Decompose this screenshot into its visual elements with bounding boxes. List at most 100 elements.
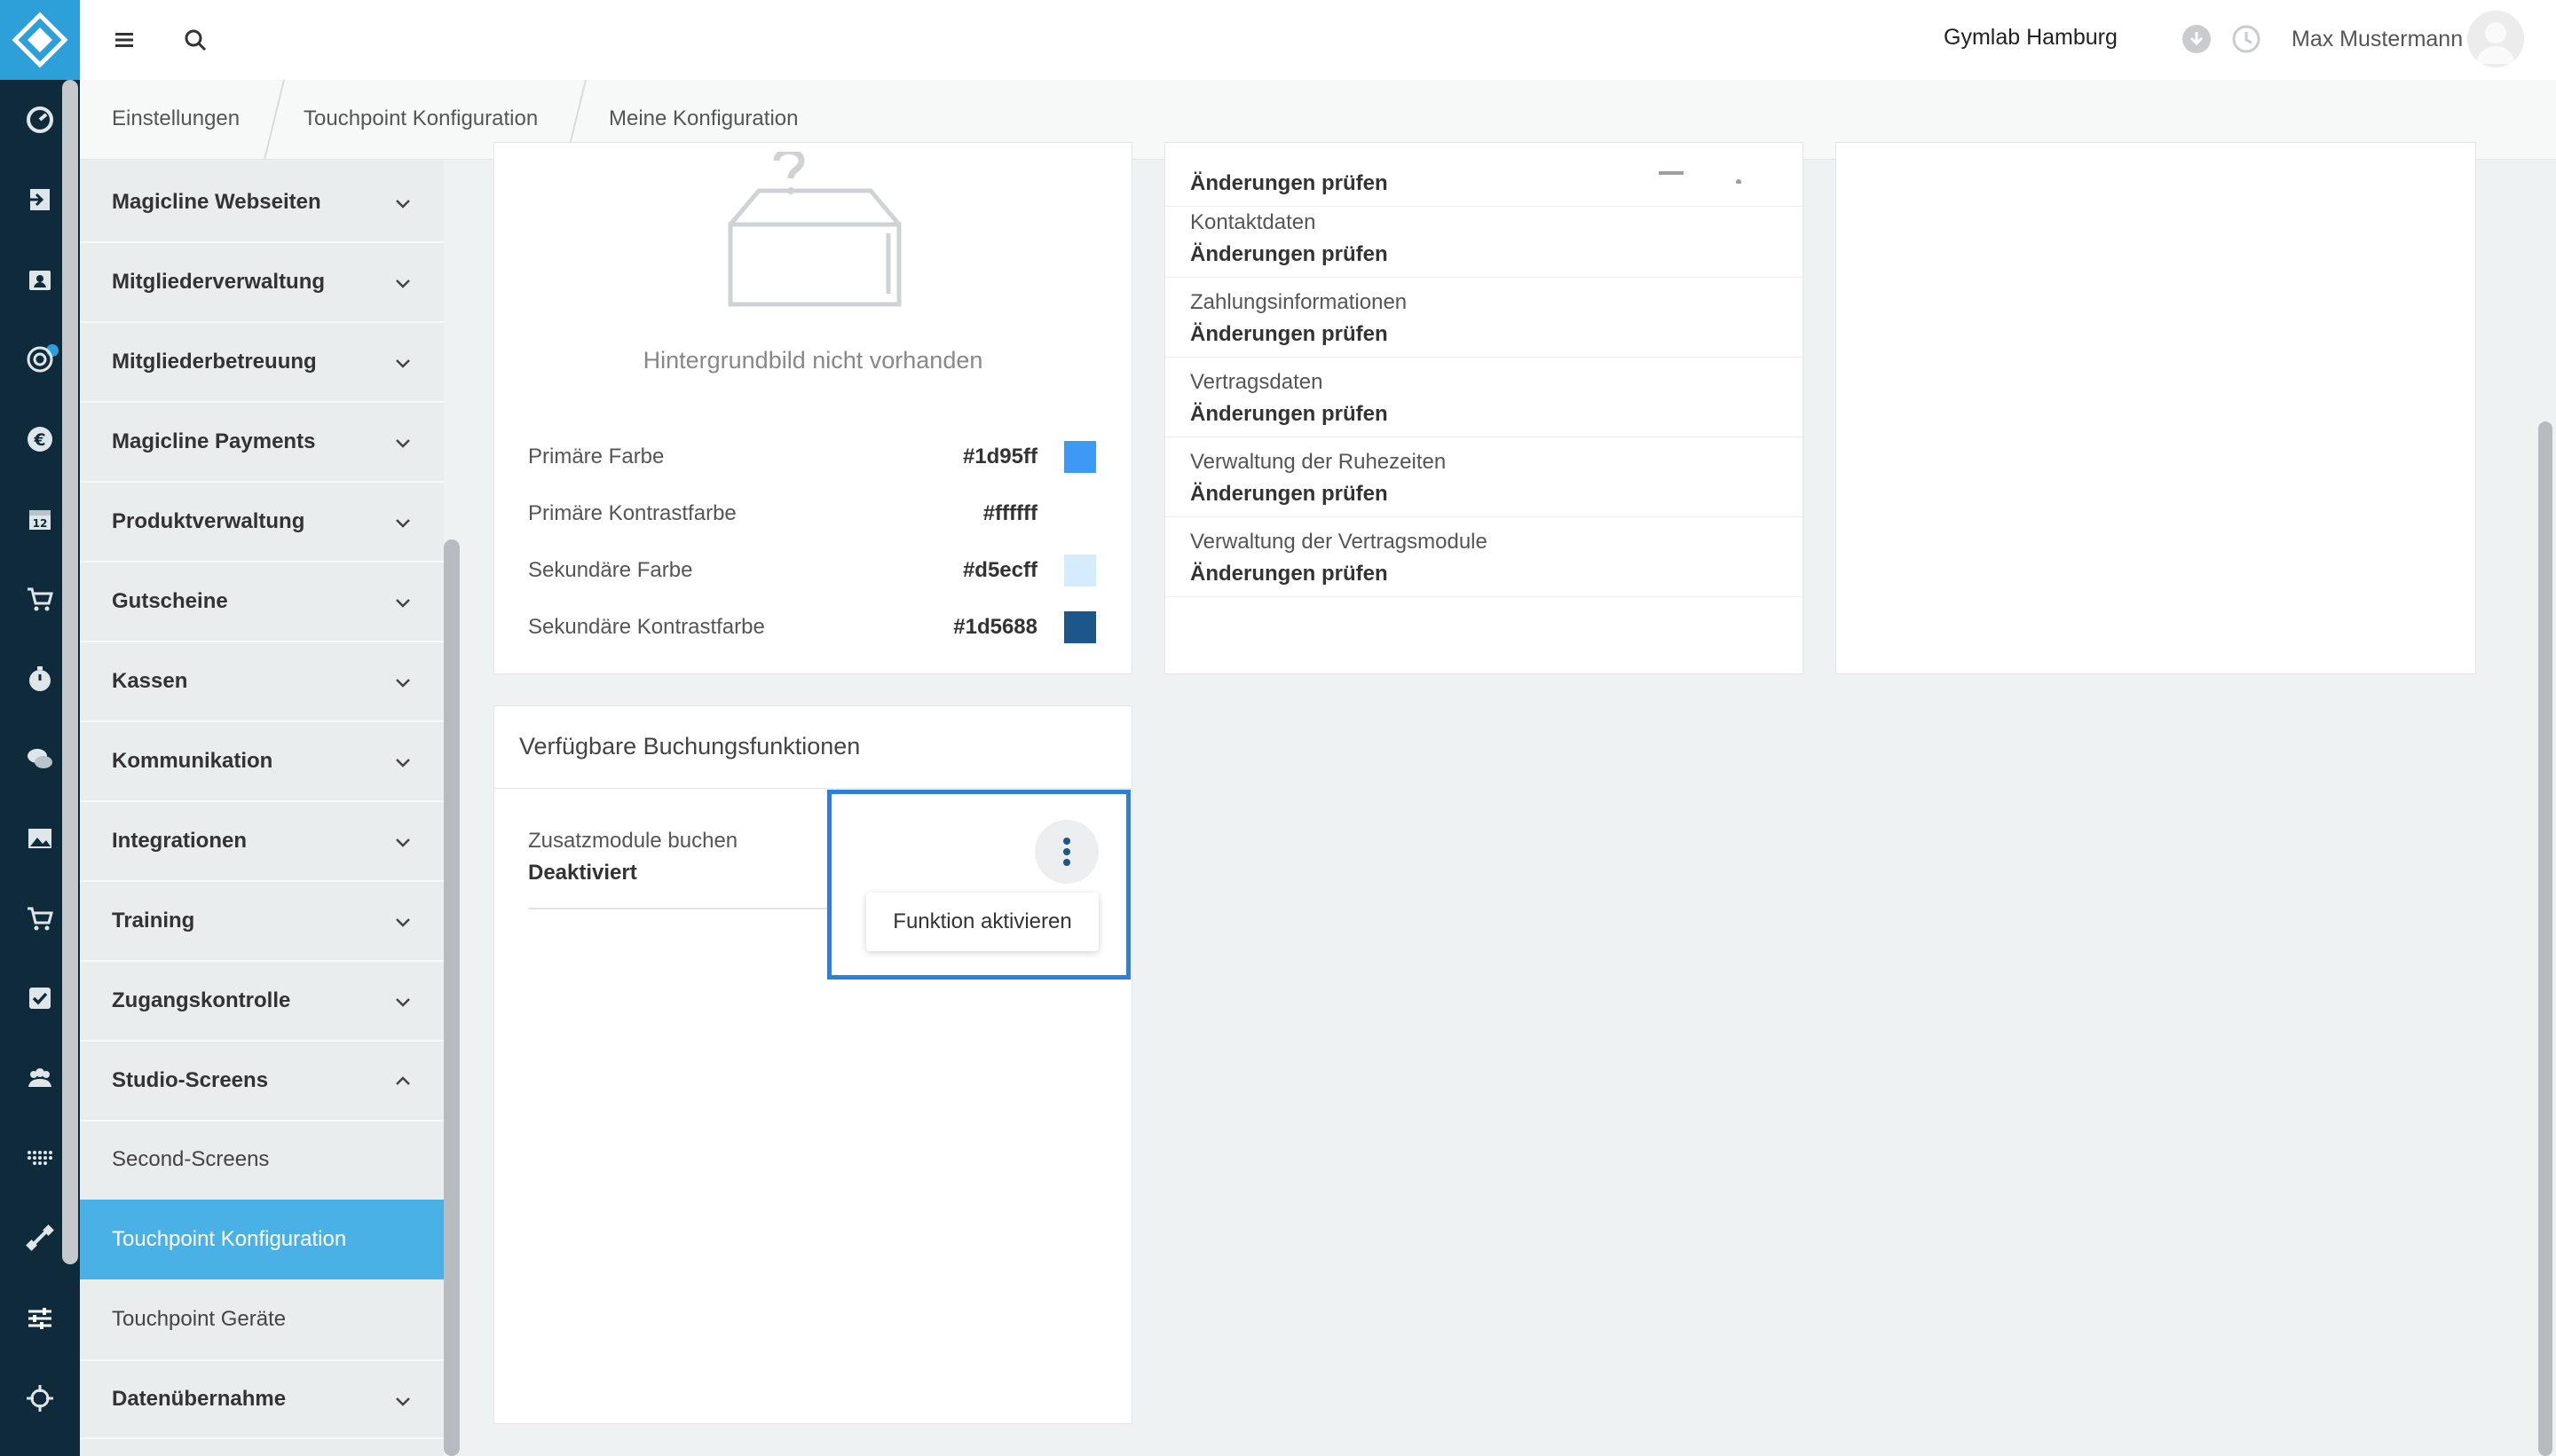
rail-scrollbar[interactable] [62, 80, 78, 1264]
search-button[interactable] [178, 22, 213, 58]
kebab-menu-icon [1063, 838, 1070, 866]
menu-button[interactable] [106, 22, 142, 58]
rail-item-crosshair[interactable] [0, 1372, 80, 1425]
menu-item-label: Datenübernahme [112, 1387, 287, 1411]
review-row-ruhezeiten: Verwaltung der Ruhezeiten Änderungen prü… [1165, 437, 1803, 517]
breadcrumb-item-touchpoint[interactable]: Touchpoint Konfiguration [304, 106, 538, 131]
chevron-down-icon [396, 359, 410, 368]
timer-icon [29, 666, 51, 691]
submenu-item-touchpoint-geraete[interactable]: Touchpoint Geräte [80, 1279, 444, 1359]
review-title: Kontaktdaten [1190, 210, 1316, 234]
color-row-primary-contrast: Primäre Kontrastfarbe #ffffff [528, 496, 1096, 531]
cart-icon [28, 907, 53, 931]
content-scrollbar[interactable] [2538, 421, 2552, 1456]
sliders-icon [28, 1308, 51, 1329]
image-icon [28, 829, 51, 848]
color-hex: #d5ecff [962, 558, 1037, 582]
color-name: Primäre Kontrastfarbe [528, 501, 737, 525]
menu-item-datenuebernahme[interactable]: Datenübernahme [80, 1359, 444, 1439]
color-name: Primäre Farbe [528, 445, 665, 468]
menu-item-label: Mitgliederbetreuung [112, 350, 317, 374]
cart-icon [28, 587, 53, 611]
studio-selector[interactable]: Gymlab Hamburg [1944, 25, 2118, 51]
menu-item-integrationen[interactable]: Integrationen [80, 802, 444, 882]
feature-status: Deaktiviert [528, 861, 637, 885]
menu-item-mitgliederbetreuung[interactable]: Mitgliederbetreuung [80, 323, 444, 403]
color-swatch [1064, 555, 1096, 586]
color-hex: #ffffff [982, 501, 1037, 525]
app-logo[interactable] [0, 0, 80, 80]
menu-item-zugangskontrolle[interactable]: Zugangskontrolle [80, 962, 444, 1042]
breadcrumb-item-einstellungen[interactable]: Einstellungen [112, 106, 240, 131]
menu-item-produktverwaltung[interactable]: Produktverwaltung [80, 483, 444, 563]
chevron-down-icon [396, 1397, 410, 1406]
menu-item-gutscheine[interactable]: Gutscheine [80, 563, 444, 642]
chevron-down-icon [396, 519, 410, 528]
card-divider [494, 788, 1132, 789]
rail-item-sliders[interactable] [0, 1292, 80, 1345]
menu-item-kassen[interactable]: Kassen [80, 642, 444, 722]
more-options-button[interactable] [1035, 820, 1099, 884]
chat-icon [28, 749, 52, 768]
avatar[interactable] [2467, 11, 2524, 67]
svg-text:€: € [33, 430, 45, 450]
calendar-icon: 12 [29, 510, 51, 530]
chevron-down-icon [396, 200, 410, 209]
menu-item-kommunikation[interactable]: Kommunikation [80, 722, 444, 802]
euro-icon: € [28, 427, 52, 452]
menu-item-label: Magicline Webseiten [112, 190, 321, 214]
checkbox-icon [29, 988, 51, 1009]
review-title: Vertragsdaten [1190, 370, 1323, 394]
menu-scrollbar[interactable] [444, 539, 460, 1456]
menu-item-label: Zugangskontrolle [112, 988, 291, 1012]
chevron-down-icon [396, 439, 410, 448]
chevron-down-icon [396, 918, 410, 927]
chevron-down-icon [396, 279, 410, 288]
review-card: Änderungen prüfen Kontaktdaten Änderunge… [1164, 142, 1803, 674]
color-name: Sekundäre Farbe [528, 558, 693, 582]
review-row-vertragsdaten: Vertragsdaten Änderungen prüfen [1165, 358, 1803, 437]
review-status: Änderungen prüfen [1190, 171, 1388, 195]
menu-item-training[interactable]: Training [80, 882, 444, 962]
logo-icon [12, 12, 68, 68]
svg-text:12: 12 [33, 517, 48, 530]
activate-feature-menu-item[interactable]: Funktion aktivieren [866, 893, 1099, 951]
download-button[interactable] [2181, 24, 2212, 54]
color-hex: #1d5688 [953, 615, 1037, 639]
chevron-up-icon [396, 1076, 410, 1085]
menu-item-label: Training [112, 909, 195, 933]
menu-item-studio-screens[interactable]: Studio-Screens [80, 1042, 444, 1122]
review-status: Änderungen prüfen [1190, 562, 1388, 586]
menu-item-label: Gutscheine [112, 589, 228, 613]
menu-icon [115, 33, 133, 47]
menu-item-label: Magicline Payments [112, 429, 316, 453]
feature-divider [528, 908, 830, 909]
search-icon [185, 29, 207, 51]
chevron-down-icon [396, 679, 410, 688]
breadcrumb-item-current: Meine Konfiguration [609, 106, 799, 130]
feature-name: Zusatzmodule buchen [528, 829, 738, 853]
crosshair-icon [27, 1385, 53, 1412]
color-row-primary: Primäre Farbe #1d95ff [528, 439, 1096, 475]
review-status: Änderungen prüfen [1190, 322, 1388, 346]
background-missing-text: Hintergrundbild nicht vorhanden [643, 347, 983, 374]
menu-item-label: Integrationen [112, 829, 248, 853]
dots-grid-icon [28, 1151, 52, 1165]
review-row-vertragsmodule: Verwaltung der Vertragsmodule Änderungen… [1165, 517, 1803, 597]
review-status: Änderungen prüfen [1190, 242, 1388, 266]
menu-item-magicline-webseiten[interactable]: Magicline Webseiten [80, 163, 444, 243]
chevron-down-icon [396, 838, 410, 847]
chevron-down-icon [396, 998, 410, 1007]
empty-card [1835, 142, 2476, 674]
empty-box-icon [728, 152, 902, 307]
history-button[interactable] [2231, 24, 2261, 54]
menu-item-label: Kommunikation [112, 749, 273, 773]
chevron-down-icon [396, 599, 410, 608]
submenu-item-touchpoint-konfiguration[interactable]: Touchpoint Konfiguration [80, 1200, 444, 1279]
submenu-item-second-screens[interactable]: Second-Screens [80, 1120, 444, 1200]
menu-item-magicline-payments[interactable]: Magicline Payments [80, 403, 444, 483]
menu-item-label: Mitgliederverwaltung [112, 270, 326, 294]
chevron-down-icon [396, 759, 410, 767]
menu-item-mitgliederverwaltung[interactable]: Mitgliederverwaltung [80, 243, 444, 323]
user-name[interactable]: Max Mustermann [2292, 27, 2463, 52]
